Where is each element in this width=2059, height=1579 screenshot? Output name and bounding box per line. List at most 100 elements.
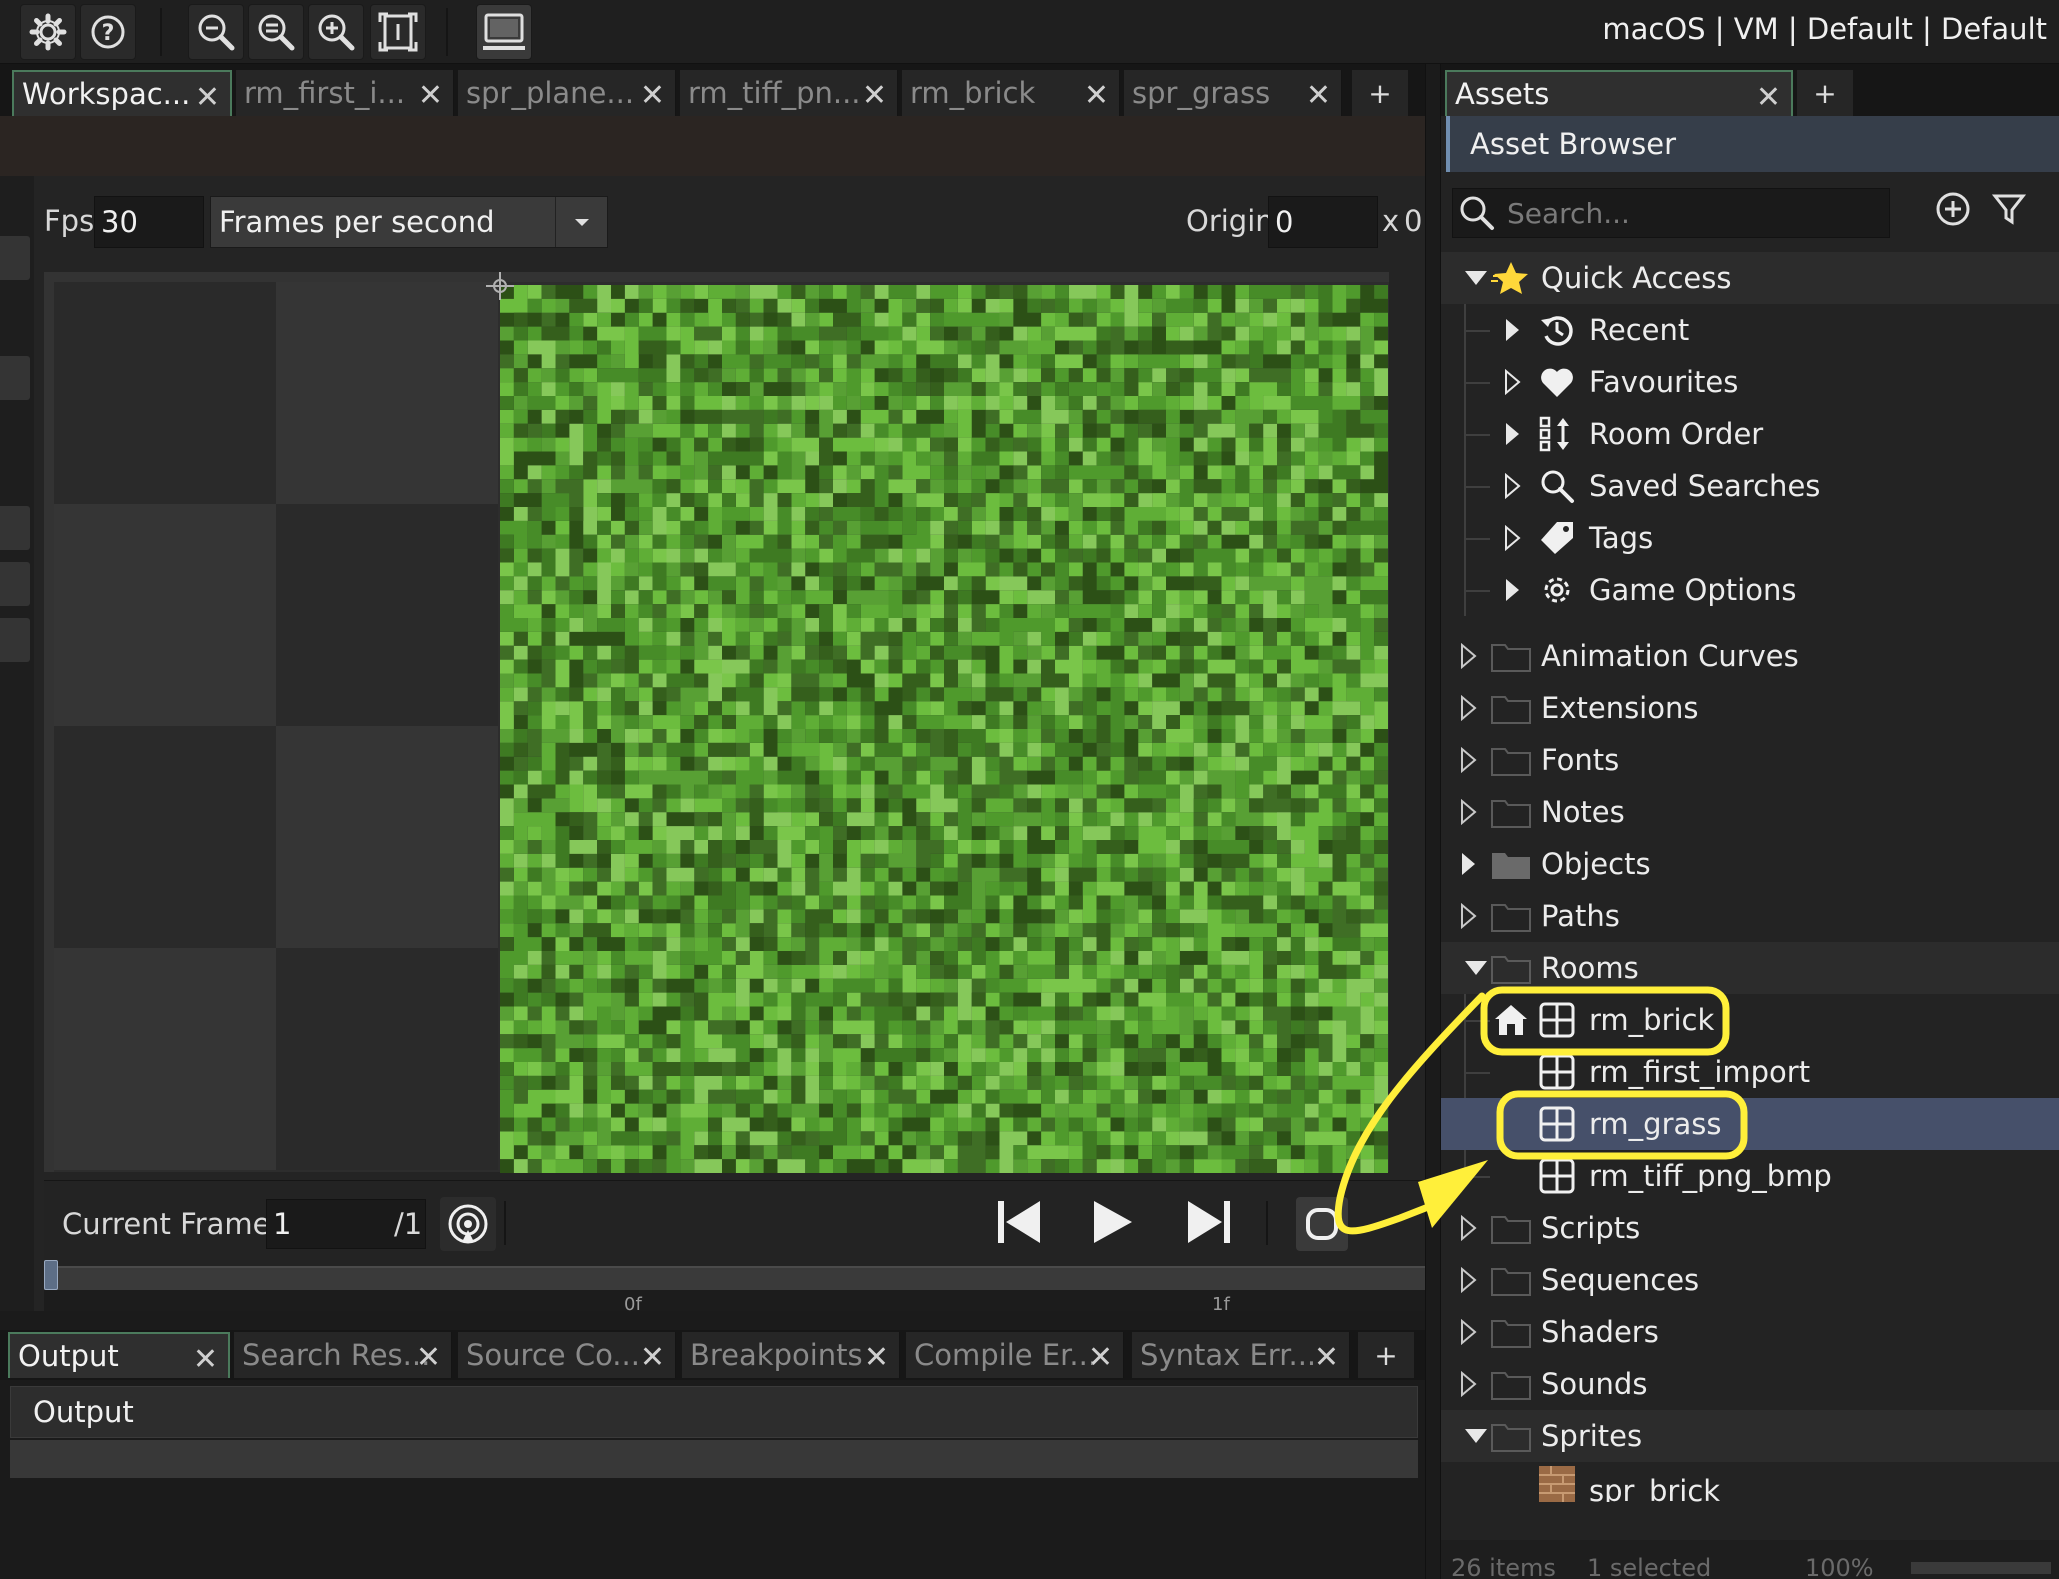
tree-group-sounds[interactable]: Sounds (1441, 1358, 2059, 1410)
gutter-button[interactable] (0, 618, 30, 662)
tree-sprite-spr-brick[interactable]: spr_brick (1441, 1462, 2059, 1502)
tab-source-control[interactable]: Source Co... ✕ (458, 1332, 676, 1378)
add-tab-button[interactable]: + (1358, 1332, 1414, 1378)
tree-group-scripts[interactable]: Scripts (1441, 1202, 2059, 1254)
tree-group-animation-curves[interactable]: Animation Curves (1441, 630, 2059, 682)
origin-x-input[interactable]: 0 (1268, 196, 1378, 248)
chevron-down-icon[interactable] (555, 197, 607, 247)
collapsed-arrow-icon[interactable] (1503, 421, 1521, 447)
tree-sprites[interactable]: Sprites (1441, 1410, 2059, 1462)
help-icon[interactable]: ? (80, 4, 136, 60)
collapsed-arrow-icon[interactable] (1459, 1319, 1477, 1345)
collapsed-arrow-icon[interactable] (1459, 1371, 1477, 1397)
close-icon[interactable]: ✕ (193, 1342, 218, 1377)
zoom-reset-icon[interactable] (248, 4, 304, 60)
output-content[interactable] (10, 1440, 1418, 1478)
close-icon[interactable]: ✕ (1084, 78, 1109, 113)
tree-room-rm-tiff-png-bmp[interactable]: rm_tiff_png_bmp (1441, 1150, 2059, 1202)
zoom-in-icon[interactable] (308, 4, 364, 60)
fit-window-icon[interactable] (370, 4, 426, 60)
collapsed-arrow-icon[interactable] (1459, 643, 1477, 669)
tree-room-rm-grass[interactable]: rm_grass (1441, 1098, 2059, 1150)
tab-assets[interactable]: Assets ✕ (1445, 70, 1793, 116)
close-icon[interactable]: ✕ (862, 78, 887, 113)
tab-spr-plane[interactable]: spr_plane... ✕ (458, 70, 676, 116)
collapsed-arrow-icon[interactable] (1503, 473, 1521, 499)
filter-icon[interactable] (1990, 190, 2028, 228)
tab-search-results[interactable]: Search Res... ✕ (234, 1332, 452, 1378)
collapsed-arrow-icon[interactable] (1459, 799, 1477, 825)
tab-breakpoints[interactable]: Breakpoints ✕ (682, 1332, 900, 1378)
close-icon[interactable]: ✕ (1314, 1340, 1339, 1375)
skip-to-end-button[interactable] (1184, 1197, 1234, 1247)
expanded-arrow-icon[interactable] (1463, 959, 1489, 977)
collapsed-arrow-icon[interactable] (1459, 903, 1477, 929)
close-icon[interactable]: ✕ (640, 78, 665, 113)
collapsed-arrow-icon[interactable] (1459, 1267, 1477, 1293)
tree-group-objects[interactable]: Objects (1441, 838, 2059, 890)
tab-rm-brick[interactable]: rm_brick ✕ (902, 70, 1120, 116)
target-device-icon[interactable] (476, 4, 532, 60)
close-icon[interactable]: ✕ (864, 1340, 889, 1375)
tree-game-options[interactable]: Game Options (1441, 564, 2059, 616)
zoom-slider[interactable] (1911, 1562, 2051, 1574)
loop-toggle-icon[interactable] (1296, 1197, 1348, 1251)
frame-timeline[interactable]: 0f 1f (44, 1260, 1425, 1315)
expanded-arrow-icon[interactable] (1463, 1427, 1489, 1445)
collapsed-arrow-icon[interactable] (1503, 577, 1521, 603)
collapsed-arrow-icon[interactable] (1459, 1215, 1477, 1241)
collapsed-arrow-icon[interactable] (1459, 851, 1477, 877)
close-icon[interactable]: ✕ (416, 1340, 441, 1375)
collapsed-arrow-icon[interactable] (1503, 369, 1521, 395)
add-asset-icon[interactable] (1934, 190, 1972, 228)
gutter-button[interactable] (0, 356, 30, 400)
tree-room-order[interactable]: Room Order (1441, 408, 2059, 460)
collapsed-arrow-icon[interactable] (1503, 525, 1521, 551)
onion-skin-icon[interactable] (440, 1197, 496, 1251)
panel-splitter[interactable] (1425, 64, 1441, 1579)
tree-quick-access[interactable]: Quick Access (1441, 252, 2059, 304)
tree-group-fonts[interactable]: Fonts (1441, 734, 2059, 786)
close-icon[interactable]: ✕ (640, 1340, 665, 1375)
tab-compile-errors[interactable]: Compile Er... ✕ (906, 1332, 1124, 1378)
fps-input[interactable]: 30 (94, 196, 204, 248)
tree-group-extensions[interactable]: Extensions (1441, 682, 2059, 734)
close-icon[interactable]: ✕ (195, 80, 220, 115)
tree-recent[interactable]: Recent (1441, 304, 2059, 356)
tree-group-shaders[interactable]: Shaders (1441, 1306, 2059, 1358)
asset-search-input[interactable]: Search... (1452, 188, 1890, 238)
timeline-playhead[interactable] (44, 1260, 58, 1290)
tree-group-notes[interactable]: Notes (1441, 786, 2059, 838)
tree-room-rm-brick[interactable]: rm_brick (1441, 994, 2059, 1046)
close-icon[interactable]: ✕ (1088, 1340, 1113, 1375)
add-tab-button[interactable]: + (1797, 70, 1853, 116)
tab-spr-grass[interactable]: spr_grass ✕ (1124, 70, 1342, 116)
play-button[interactable] (1088, 1197, 1138, 1247)
tree-tags[interactable]: Tags (1441, 512, 2059, 564)
tree-favourites[interactable]: Favourites (1441, 356, 2059, 408)
tree-room-rm-first-import[interactable]: rm_first_import (1441, 1046, 2059, 1098)
collapsed-arrow-icon[interactable] (1459, 695, 1477, 721)
tab-rm-tiff-png[interactable]: rm_tiff_pn... ✕ (680, 70, 898, 116)
close-icon[interactable]: ✕ (1756, 80, 1781, 115)
gutter-button[interactable] (0, 506, 30, 550)
close-icon[interactable]: ✕ (418, 78, 443, 113)
tab-output[interactable]: Output ✕ (8, 1332, 230, 1378)
gutter-button[interactable] (0, 562, 30, 606)
collapsed-arrow-icon[interactable] (1459, 747, 1477, 773)
collapsed-arrow-icon[interactable] (1503, 317, 1521, 343)
origin-y-input[interactable]: 0 (1404, 204, 1422, 238)
fps-mode-dropdown[interactable]: Frames per second (210, 196, 608, 248)
tab-syntax-errors[interactable]: Syntax Err... ✕ (1132, 1332, 1350, 1378)
target-config-label[interactable]: macOS | VM | Default | Default (1602, 12, 2047, 46)
settings-icon[interactable] (20, 4, 76, 60)
tree-group-paths[interactable]: Paths (1441, 890, 2059, 942)
tree-group-sequences[interactable]: Sequences (1441, 1254, 2059, 1306)
tab-rm-first-import[interactable]: rm_first_i... ✕ (236, 70, 454, 116)
tree-saved-searches[interactable]: Saved Searches (1441, 460, 2059, 512)
close-icon[interactable]: ✕ (1306, 78, 1331, 113)
skip-to-start-button[interactable] (994, 1197, 1044, 1247)
gutter-button[interactable] (0, 236, 30, 280)
zoom-out-icon[interactable] (188, 4, 244, 60)
tab-workspace[interactable]: Workspac... ✕ (12, 70, 232, 116)
